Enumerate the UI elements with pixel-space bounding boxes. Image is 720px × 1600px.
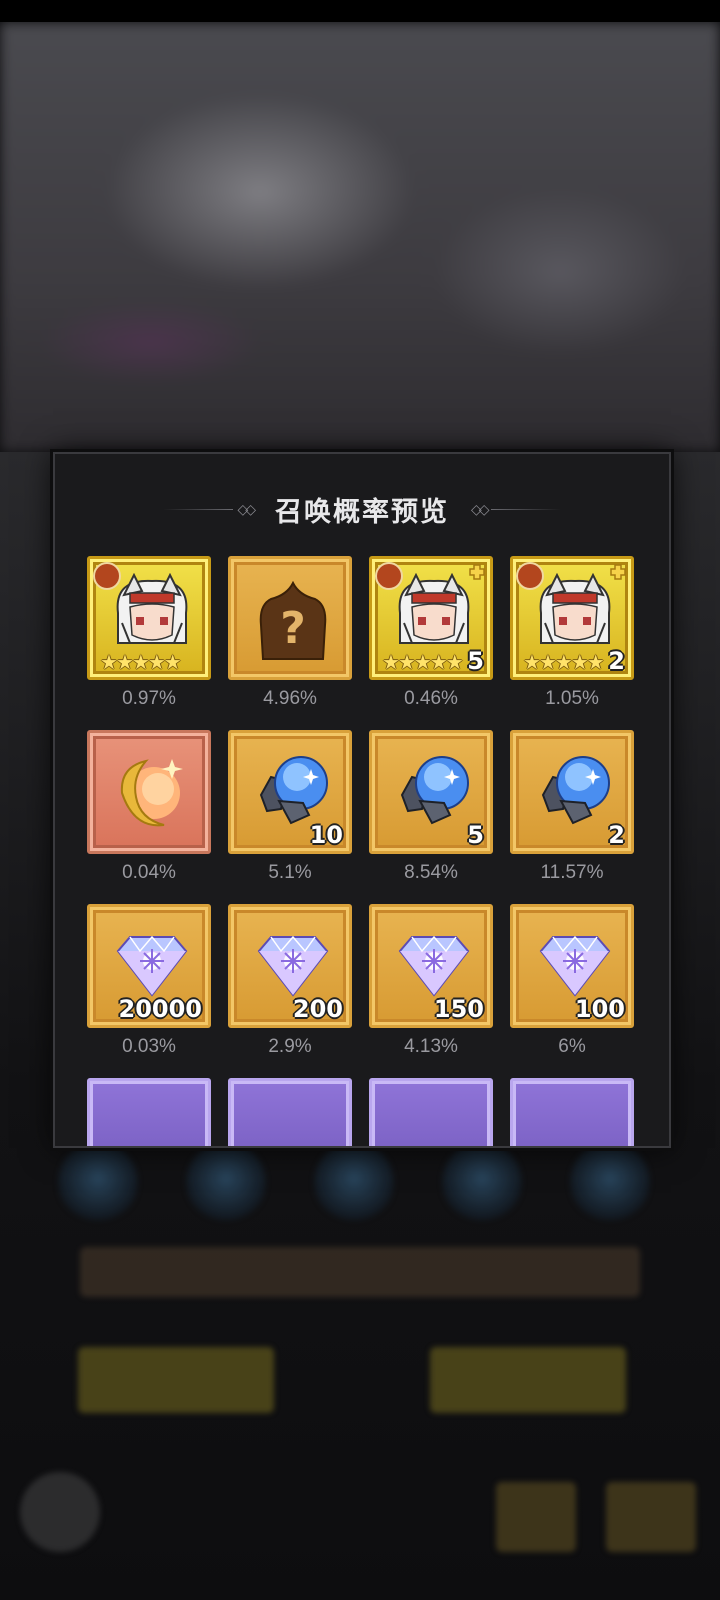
faction-badge-icon: [93, 562, 121, 590]
reward-item-tile[interactable]: 10: [228, 730, 352, 854]
blue-stone-icon: [535, 749, 617, 831]
diamond-icon: [537, 933, 613, 997]
reward-item-tile[interactable]: [510, 1078, 634, 1146]
item-quantity: 10: [309, 821, 343, 849]
drop-probability: 6%: [558, 1036, 586, 1057]
item-quantity: 5: [467, 647, 484, 675]
drop-probability: 2.9%: [268, 1036, 312, 1057]
background-button: [430, 1347, 626, 1413]
diamond-icon: [114, 933, 190, 997]
star-rating: ★ ★ ★ ★ ★: [523, 652, 605, 674]
drop-probability: 5.1%: [268, 862, 312, 883]
title-ornament-right: ◇◇: [467, 501, 561, 518]
reward-item-tile[interactable]: 2: [510, 730, 634, 854]
background-artwork: [0, 22, 720, 452]
reward-item-tile[interactable]: 150: [369, 904, 493, 1028]
background-orb: [570, 1142, 650, 1222]
reward-item-tile[interactable]: [369, 1078, 493, 1146]
reward-item-tile[interactable]: ★ ★ ★ ★ ★ 2: [510, 556, 634, 680]
diamond-icon: [255, 933, 331, 997]
drop-probability: 0.04%: [122, 862, 176, 883]
item-quantity: 200: [292, 995, 343, 1023]
background-button: [78, 1347, 274, 1413]
item-quantity: 2: [608, 647, 625, 675]
character-portrait-icon: [104, 572, 200, 653]
faction-badge-icon: [375, 562, 403, 590]
status-bar: [0, 0, 720, 22]
fragment-corner-icon: [466, 561, 488, 583]
svg-text:?: ?: [280, 603, 306, 654]
background-orb: [186, 1142, 266, 1222]
star-icon: ★: [586, 652, 605, 674]
blue-stone-icon: [394, 749, 476, 831]
character-portrait-icon: [527, 572, 623, 653]
reward-item-tile[interactable]: [87, 1078, 211, 1146]
star-rating: ★ ★ ★ ★ ★: [100, 652, 182, 674]
background-avatar: [20, 1472, 100, 1552]
item-quantity: 2: [608, 821, 625, 849]
item-quantity: 150: [433, 995, 484, 1023]
reward-item-tile[interactable]: [228, 1078, 352, 1146]
item-quantity: 20000: [118, 995, 203, 1023]
background-orb: [442, 1142, 522, 1222]
reward-item-tile[interactable]: ?: [228, 556, 352, 680]
drop-probability: 0.03%: [122, 1036, 176, 1057]
reward-item-tile[interactable]: ★ ★ ★ ★ ★: [87, 556, 211, 680]
golden-orb-icon: [112, 753, 192, 833]
background-orb: [314, 1142, 394, 1222]
fragment-corner-icon: [607, 561, 629, 583]
background-banner: [80, 1247, 640, 1297]
title-ornament-left: ◇◇: [163, 501, 257, 518]
reward-item-tile[interactable]: [87, 730, 211, 854]
star-icon: ★: [163, 652, 182, 674]
drop-probability: 8.54%: [404, 862, 458, 883]
item-quantity: 5: [467, 821, 484, 849]
drop-probability: 4.96%: [263, 688, 317, 709]
character-portrait-icon: [386, 572, 482, 653]
dialog-title: 召唤概率预览: [275, 496, 449, 528]
star-rating: ★ ★ ★ ★ ★: [382, 652, 464, 674]
star-icon: ★: [445, 652, 464, 674]
background-icon: [606, 1482, 696, 1552]
drop-probability: 1.05%: [545, 688, 599, 709]
reward-item-tile[interactable]: 100: [510, 904, 634, 1028]
item-quantity: 100: [574, 995, 625, 1023]
drop-probability: 0.97%: [122, 688, 176, 709]
blue-stone-icon: [253, 749, 335, 831]
reward-item-tile[interactable]: ★ ★ ★ ★ ★ 5: [369, 556, 493, 680]
diamond-icon: [396, 933, 472, 997]
background-icon: [496, 1482, 576, 1552]
faction-badge-icon: [516, 562, 544, 590]
background-orb: [58, 1142, 138, 1222]
drop-probability: 0.46%: [404, 688, 458, 709]
drop-probability: 11.57%: [540, 862, 604, 883]
probability-preview-dialog[interactable]: ◇◇ 召唤概率预览 ◇◇ ★ ★ ★ ★ ★ 0.97% ? 4.96% ★ ★ ★ ★ ★ 5 0.…: [53, 452, 671, 1148]
reward-item-tile[interactable]: 200: [228, 904, 352, 1028]
question-mark-icon: ?: [257, 580, 329, 661]
reward-item-tile[interactable]: 20000: [87, 904, 211, 1028]
drop-probability: 4.13%: [404, 1036, 458, 1057]
reward-item-tile[interactable]: 5: [369, 730, 493, 854]
dialog-header: ◇◇ 召唤概率预览 ◇◇: [55, 484, 669, 534]
